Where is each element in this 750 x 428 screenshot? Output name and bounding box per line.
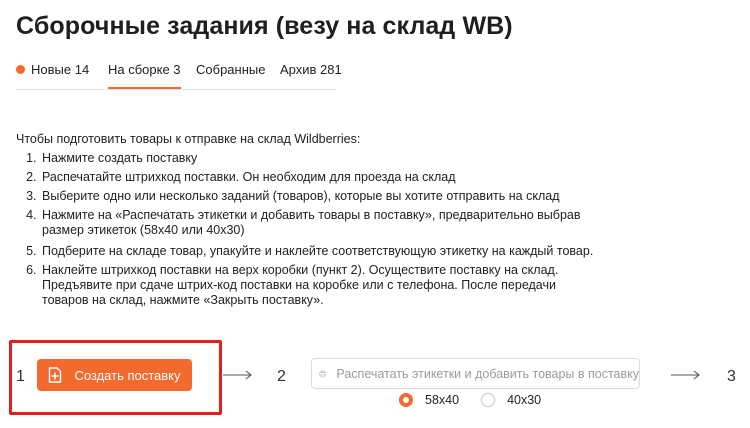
instruction-step: Выберите одно или несколько заданий (тов… — [40, 189, 600, 204]
instruction-step: Нажмите на «Распечатать этикетки и добав… — [40, 208, 600, 238]
label-size-selector: 58x40 40x30 — [399, 391, 541, 409]
arrow-right-icon — [671, 370, 700, 380]
label-size-40x30-label: 40x30 — [507, 393, 542, 407]
instruction-step: Подберите на складе товар, упакуйте и на… — [40, 244, 600, 259]
tab-on-assembly-label: На сборке 3 — [108, 62, 181, 77]
workflow-step-2-number: 2 — [277, 368, 286, 385]
print-labels-button-label: Распечатать этикетки и добавить товары в… — [336, 366, 639, 381]
new-indicator-dot — [16, 65, 25, 74]
create-supply-button[interactable]: Создать поставку — [37, 359, 192, 391]
radio-checked-icon — [399, 393, 413, 407]
tab-bar: Новые 14 На сборке 3 Собранные Архив 281 — [16, 62, 342, 90]
tab-new[interactable]: Новые 14 — [16, 62, 89, 88]
workflow-step-3-number: 3 — [727, 368, 736, 385]
printer-icon — [319, 370, 327, 377]
instruction-step: Наклейте штрихкод поставки на верх короб… — [40, 263, 600, 308]
label-size-58x40-radio[interactable]: 58x40 — [399, 393, 459, 407]
arrow-right-icon — [223, 370, 252, 380]
label-size-58x40-label: 58x40 — [425, 393, 460, 407]
instructions-list: Нажмите создать поставку Распечатайте шт… — [22, 151, 600, 312]
tab-archive[interactable]: Архив 281 — [280, 62, 342, 88]
tab-collected-label: Собранные — [196, 62, 266, 77]
tab-archive-label: Архив 281 — [280, 62, 342, 77]
page-title: Сборочные задания (везу на склад WB) — [16, 12, 513, 40]
add-document-icon — [49, 367, 62, 383]
instruction-step: Нажмите создать поставку — [40, 151, 600, 166]
instructions-intro: Чтобы подготовить товары к отправке на с… — [16, 132, 361, 146]
instruction-step: Распечатайте штрихкод поставки. Он необх… — [40, 170, 600, 185]
radio-unchecked-icon — [481, 393, 496, 407]
tab-collected[interactable]: Собранные — [196, 62, 265, 88]
create-supply-button-label: Создать поставку — [74, 367, 181, 383]
page: Сборочные задания (везу на склад WB) Нов… — [0, 0, 750, 428]
tab-new-label: Новые 14 — [31, 62, 90, 77]
label-size-40x30-radio[interactable]: 40x30 — [481, 393, 541, 407]
print-labels-button[interactable]: Распечатать этикетки и добавить товары в… — [311, 358, 640, 389]
tab-on-assembly[interactable]: На сборке 3 — [108, 62, 181, 89]
